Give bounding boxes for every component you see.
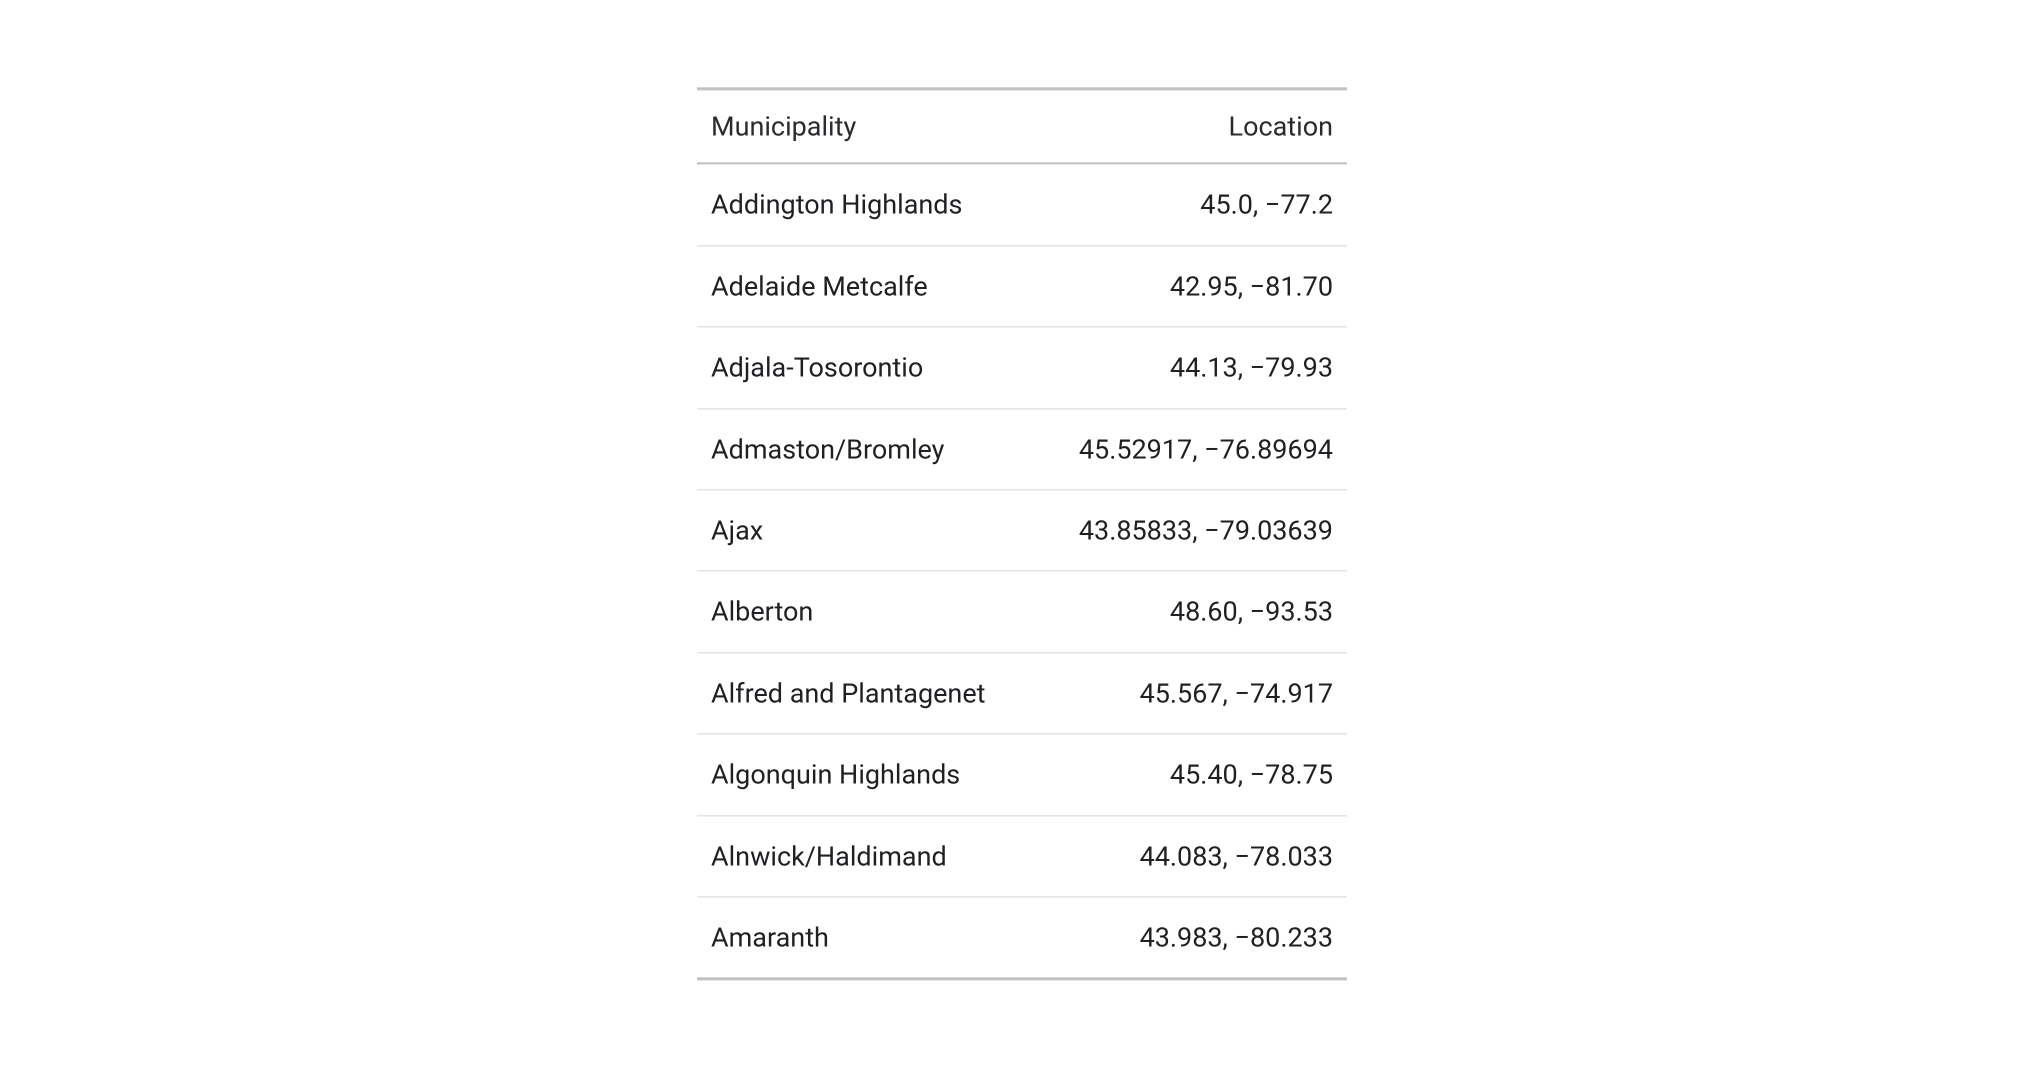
table-row: Algonquin Highlands 45.40, −78.75: [697, 734, 1347, 815]
cell-municipality: Ajax: [697, 490, 1033, 571]
table-row: Addington Highlands 45.0, −77.2: [697, 164, 1347, 246]
cell-municipality: Amaranth: [697, 897, 1033, 979]
cell-location: 43.983, −80.233: [1033, 897, 1347, 979]
table-body: Addington Highlands 45.0, −77.2 Adelaide…: [697, 164, 1347, 979]
cell-location: 42.95, −81.70: [1033, 246, 1347, 327]
header-municipality: Municipality: [697, 89, 1033, 164]
cell-location: 44.083, −78.033: [1033, 815, 1347, 896]
cell-municipality: Admaston/Bromley: [697, 408, 1033, 489]
cell-municipality: Alnwick/Haldimand: [697, 815, 1033, 896]
cell-location: 45.567, −74.917: [1033, 653, 1347, 734]
cell-municipality: Algonquin Highlands: [697, 734, 1033, 815]
table-row: Admaston/Bromley 45.52917, −76.89694: [697, 408, 1347, 489]
cell-location: 44.13, −79.93: [1033, 327, 1347, 408]
cell-municipality: Adelaide Metcalfe: [697, 246, 1033, 327]
cell-municipality: Alfred and Plantagenet: [697, 653, 1033, 734]
table-row: Adjala-Tosorontio 44.13, −79.93: [697, 327, 1347, 408]
cell-location: 43.85833, −79.03639: [1033, 490, 1347, 571]
table-row: Alberton 48.60, −93.53: [697, 571, 1347, 652]
cell-location: 45.0, −77.2: [1033, 164, 1347, 246]
table-row: Adelaide Metcalfe 42.95, −81.70: [697, 246, 1347, 327]
cell-municipality: Addington Highlands: [697, 164, 1033, 246]
table-row: Alnwick/Haldimand 44.083, −78.033: [697, 815, 1347, 896]
cell-location: 48.60, −93.53: [1033, 571, 1347, 652]
cell-location: 45.52917, −76.89694: [1033, 408, 1347, 489]
municipality-table: Municipality Location Addington Highland…: [697, 87, 1347, 980]
table-header-row: Municipality Location: [697, 89, 1347, 164]
cell-location: 45.40, −78.75: [1033, 734, 1347, 815]
table-row: Amaranth 43.983, −80.233: [697, 897, 1347, 979]
cell-municipality: Adjala-Tosorontio: [697, 327, 1033, 408]
table-row: Alfred and Plantagenet 45.567, −74.917: [697, 653, 1347, 734]
header-location: Location: [1033, 89, 1347, 164]
table-row: Ajax 43.85833, −79.03639: [697, 490, 1347, 571]
municipality-table-wrap: Municipality Location Addington Highland…: [697, 87, 1347, 980]
cell-municipality: Alberton: [697, 571, 1033, 652]
